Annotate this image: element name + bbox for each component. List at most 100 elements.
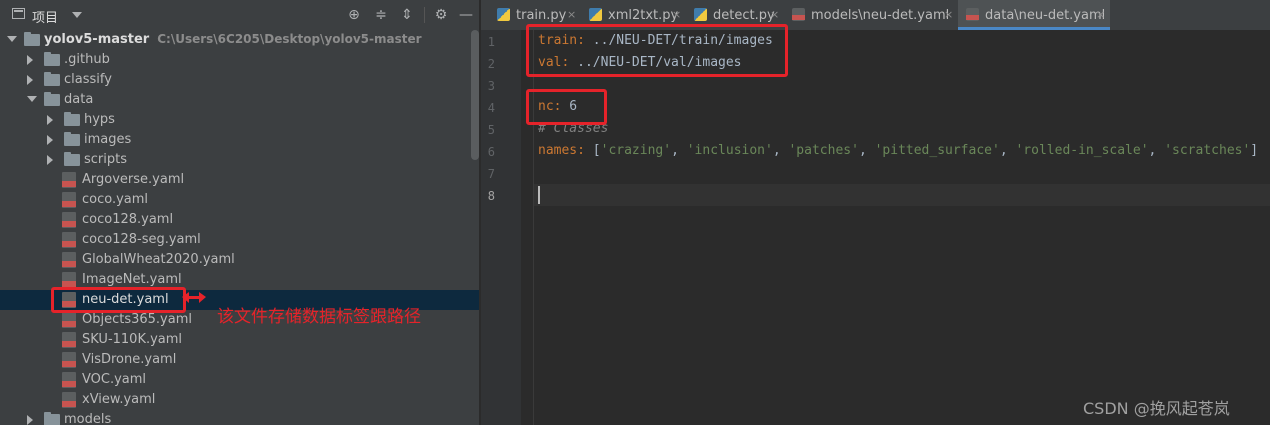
tree-file-coco[interactable]: coco.yaml xyxy=(0,190,470,210)
annotation-text: 该文件存储数据标签跟路径 xyxy=(217,307,421,327)
tree-file-coco128-seg[interactable]: coco128-seg.yaml xyxy=(0,230,470,250)
close-icon[interactable]: × xyxy=(944,8,953,21)
tree-item-label: scripts xyxy=(84,152,127,167)
tree-scrollbar[interactable] xyxy=(471,30,479,160)
tree-item-label: classify xyxy=(64,72,112,87)
tree-folder-github[interactable]: .github xyxy=(0,50,470,70)
annotation-box-neu-det-file xyxy=(51,287,186,313)
tree-file-visdrone[interactable]: VisDrone.yaml xyxy=(0,350,470,370)
chevron-down-icon[interactable] xyxy=(7,36,17,42)
tree-item-label: xView.yaml xyxy=(82,392,156,407)
tab-label: data\neu-det.yaml xyxy=(985,8,1106,23)
yaml-comma: , xyxy=(999,143,1016,158)
yaml-file-icon xyxy=(62,232,76,248)
chevron-down-icon[interactable] xyxy=(27,96,37,102)
yaml-class-name: 'rolled-in_scale' xyxy=(1015,143,1149,158)
folder-icon xyxy=(24,32,40,46)
folder-icon xyxy=(44,92,60,106)
tree-item-label: VisDrone.yaml xyxy=(82,352,177,367)
tree-item-label: yolov5-master C:\Users\6C205\Desktop\yolo… xyxy=(44,32,422,47)
close-icon[interactable]: × xyxy=(672,8,681,21)
expand-all-icon[interactable]: ≑ xyxy=(372,6,390,24)
tree-file-sku-110k[interactable]: SKU-110K.yaml xyxy=(0,330,470,350)
tree-file-argoverse[interactable]: Argoverse.yaml xyxy=(0,170,470,190)
tab-label: detect.py xyxy=(713,8,775,23)
current-line-highlight xyxy=(534,184,1270,206)
chevron-right-icon[interactable] xyxy=(47,115,53,125)
editor-tab-data-neu-det-yaml[interactable]: data\neu-det.yaml × xyxy=(958,0,1110,30)
tab-label: xml2txt.py xyxy=(608,8,679,23)
yaml-class-name: 'crazing' xyxy=(600,143,672,158)
chevron-right-icon[interactable] xyxy=(27,415,33,425)
tree-file-xview[interactable]: xView.yaml xyxy=(0,390,470,410)
project-panel-title[interactable]: 项目 xyxy=(32,7,58,26)
yaml-class-name: 'inclusion' xyxy=(686,143,773,158)
tree-item-label: coco.yaml xyxy=(82,192,149,207)
toolbar-divider xyxy=(424,7,425,23)
yaml-bracket-open: [ xyxy=(584,143,601,158)
yaml-comma: , xyxy=(671,143,687,158)
watermark: CSDN @挽风起苍岚 xyxy=(1083,399,1230,418)
tree-item-label: GlobalWheat2020.yaml xyxy=(82,252,235,267)
chevron-down-icon[interactable] xyxy=(72,12,82,18)
yaml-file-icon xyxy=(792,8,805,21)
project-panel-header: 项目 ⊕ ≑ ⇕ ⚙ — xyxy=(0,0,480,30)
tree-item-label: images xyxy=(84,132,132,147)
minimize-icon[interactable]: — xyxy=(457,6,475,24)
panel-divider[interactable] xyxy=(479,0,480,425)
yaml-class-name: 'patches' xyxy=(788,143,859,158)
collapse-all-icon[interactable]: ⇕ xyxy=(398,6,416,24)
tree-item-label: data xyxy=(64,92,94,107)
tree-folder-scripts[interactable]: scripts xyxy=(0,150,470,170)
yaml-file-icon xyxy=(62,392,76,408)
line-number: 8 xyxy=(487,189,495,203)
gear-icon[interactable]: ⚙ xyxy=(432,6,450,24)
python-file-icon xyxy=(589,8,602,21)
editor-tab-models-neu-det-yaml[interactable]: models\neu-det.yaml × xyxy=(784,0,958,30)
chevron-right-icon[interactable] xyxy=(47,155,53,165)
tree-item-label: models xyxy=(64,412,112,425)
tab-label: train.py xyxy=(516,8,567,23)
tree-item-label: coco128.yaml xyxy=(82,212,174,227)
tree-folder-classify[interactable]: classify xyxy=(0,70,470,90)
line-number: 2 xyxy=(487,57,495,71)
chevron-right-icon[interactable] xyxy=(27,75,33,85)
project-root-path: C:\Users\6C205\Desktop\yolov5-master xyxy=(157,32,422,46)
yaml-file-icon xyxy=(62,352,76,368)
tree-file-globalwheat2020[interactable]: GlobalWheat2020.yaml xyxy=(0,250,470,270)
folder-icon xyxy=(64,132,80,146)
close-icon[interactable]: × xyxy=(770,8,779,21)
python-file-icon xyxy=(694,8,707,21)
project-window-icon xyxy=(12,8,25,19)
yaml-file-icon xyxy=(62,312,76,328)
yaml-file-icon xyxy=(62,252,76,268)
close-icon[interactable]: × xyxy=(1096,8,1105,21)
tree-item-label: SKU-110K.yaml xyxy=(82,332,183,347)
tree-folder-data[interactable]: data xyxy=(0,90,470,110)
tree-file-voc[interactable]: VOC.yaml xyxy=(0,370,470,390)
yaml-file-icon xyxy=(62,212,76,228)
tab-label: models\neu-det.yaml xyxy=(811,8,950,23)
tree-item-label: ImageNet.yaml xyxy=(82,272,182,287)
tree-folder-images[interactable]: images xyxy=(0,130,470,150)
tree-folder-hyps[interactable]: hyps xyxy=(0,110,470,130)
yaml-class-name: 'scratches' xyxy=(1164,143,1251,158)
yaml-file-icon xyxy=(62,172,76,188)
yaml-comma: , xyxy=(858,143,875,158)
folder-icon xyxy=(44,72,60,86)
chevron-right-icon[interactable] xyxy=(27,55,33,65)
tree-item-label: Argoverse.yaml xyxy=(82,172,185,187)
yaml-colon: : xyxy=(577,143,585,158)
chevron-right-icon[interactable] xyxy=(47,135,53,145)
annotation-box-class-count xyxy=(526,89,607,125)
locate-icon[interactable]: ⊕ xyxy=(345,6,363,24)
tree-file-coco128[interactable]: coco128.yaml xyxy=(0,210,470,230)
yaml-comma: , xyxy=(1148,143,1165,158)
yaml-key-names: names xyxy=(538,143,578,158)
yaml-comma: , xyxy=(772,143,789,158)
yaml-file-icon xyxy=(62,372,76,388)
close-icon[interactable]: × xyxy=(567,8,576,21)
tree-folder-models[interactable]: models xyxy=(0,410,470,425)
line-number: 3 xyxy=(487,79,495,93)
tree-root-yolov5-master[interactable]: yolov5-master C:\Users\6C205\Desktop\yolo… xyxy=(0,30,470,50)
